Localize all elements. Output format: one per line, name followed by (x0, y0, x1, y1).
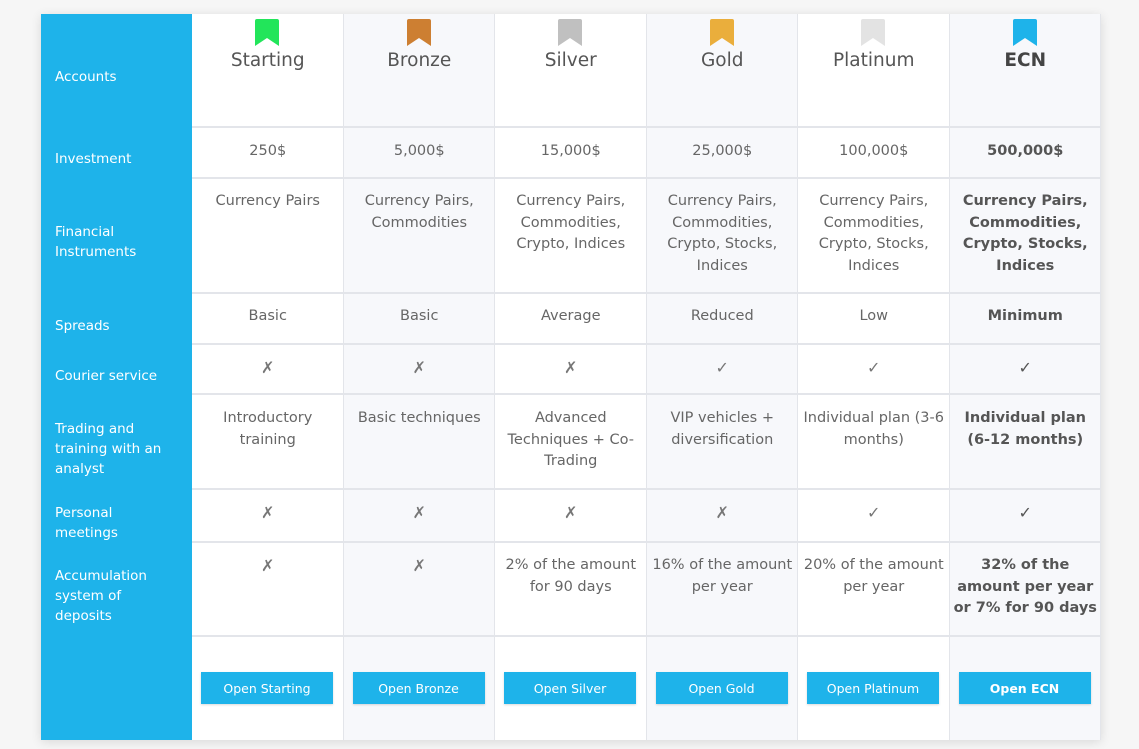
row-label-spreads: Spreads (55, 318, 110, 334)
row-labels-sidebar: Accounts Investment Financial Instrument… (41, 14, 192, 740)
account-column-silver: Silver 15,000$ Currency Pairs, Commoditi… (495, 14, 647, 740)
spreads-value: Basic (248, 308, 287, 324)
bookmark-icon (558, 19, 583, 46)
training-value: Individual plan (3-6 months) (803, 410, 944, 448)
open-gold-button[interactable]: Open Gold (655, 672, 788, 704)
meetings-value: ✓ (867, 503, 881, 522)
courier-value: ✗ (261, 358, 275, 377)
instruments-value: Currency Pairs, Commodities, Crypto, Ind… (516, 193, 626, 252)
open-silver-button[interactable]: Open Silver (504, 672, 636, 704)
spreads-value: Basic (400, 308, 439, 324)
training-value: Individual plan (6-12 months) (964, 410, 1086, 448)
row-divider (192, 488, 1101, 490)
account-name: Platinum (833, 50, 915, 71)
accumulation-value: 32% of the amount per year or 7% for 90 … (953, 557, 1097, 616)
account-column-gold: Gold 25,000$ Currency Pairs, Commodities… (646, 14, 798, 740)
accumulation-value: ✗ (412, 556, 426, 575)
spreads-value: Average (540, 308, 601, 324)
instruments-value: Currency Pairs (215, 193, 320, 209)
row-divider (192, 541, 1101, 543)
bookmark-icon (255, 19, 280, 46)
meetings-value: ✗ (715, 503, 729, 522)
accumulation-value: 20% of the amount per year (803, 557, 944, 595)
accumulation-value: ✗ (261, 556, 275, 575)
bookmark-icon (406, 19, 431, 46)
row-label-trading-training: Trading and training with an analyst (55, 421, 162, 477)
comparison-table: Starting 250$ Currency Pairs Basic ✗ Int… (192, 14, 1101, 740)
courier-value: ✗ (564, 358, 578, 377)
training-value: VIP vehicles + diversification (670, 410, 774, 448)
row-label-accounts: Accounts (55, 69, 117, 85)
account-name: Silver (544, 50, 597, 71)
training-value: Basic techniques (357, 410, 481, 426)
instruments-value: Currency Pairs, Commodities, Crypto, Sto… (667, 193, 778, 274)
accumulation-value: 16% of the amount per year (652, 557, 793, 595)
spreads-value: Minimum (987, 308, 1063, 324)
open-bronze-button[interactable]: Open Bronze (352, 672, 485, 704)
meetings-value: ✓ (1018, 503, 1032, 522)
training-value: Advanced Techniques + Co-Trading (507, 410, 634, 469)
instruments-value: Currency Pairs, Commodities, Crypto, Sto… (818, 193, 929, 274)
bookmark-icon (1012, 19, 1037, 46)
open-platinum-button[interactable]: Open Platinum (807, 672, 939, 704)
bookmark-icon (709, 19, 734, 46)
row-label-accumulation: Accumulation system of deposits (55, 568, 147, 624)
row-divider (192, 177, 1101, 179)
row-divider (192, 126, 1101, 128)
row-label-personal-meetings: Personal meetings (55, 505, 118, 541)
instruments-value: Currency Pairs, Commodities, Crypto, Sto… (962, 193, 1088, 274)
spreads-value: Reduced (690, 308, 754, 324)
open-starting-button[interactable]: Open Starting (201, 672, 333, 704)
row-divider (192, 393, 1101, 395)
row-divider (192, 635, 1101, 637)
courier-value: ✓ (1018, 358, 1032, 377)
investment-value: 5,000$ (393, 143, 445, 159)
investment-value: 250$ (249, 143, 287, 159)
instruments-value: Currency Pairs, Commodities (364, 193, 474, 231)
courier-value: ✓ (867, 358, 881, 377)
bookmark-icon (861, 19, 886, 46)
account-name: Bronze (387, 50, 452, 71)
courier-value: ✗ (412, 358, 426, 377)
row-divider (192, 292, 1101, 294)
meetings-value: ✗ (412, 503, 426, 522)
row-divider (192, 343, 1101, 345)
investment-value: 100,000$ (839, 143, 909, 159)
account-name: Gold (700, 50, 744, 71)
account-column-ecn: ECN 500,000$ Currency Pairs, Commodities… (949, 14, 1101, 740)
meetings-value: ✗ (564, 503, 578, 522)
row-label-financial-instruments: Financial Instruments (55, 224, 137, 260)
meetings-value: ✗ (261, 503, 275, 522)
training-value: Introductory training (223, 410, 313, 448)
account-column-platinum: Platinum 100,000$ Currency Pairs, Commod… (798, 14, 950, 740)
row-label-courier-service: Courier service (55, 368, 158, 384)
account-name: Starting (230, 50, 305, 71)
courier-value: ✓ (715, 358, 729, 377)
investment-value: 500,000$ (987, 143, 1064, 159)
account-column-starting: Starting 250$ Currency Pairs Basic ✗ Int… (192, 14, 344, 740)
account-column-bronze: Bronze 5,000$ Currency Pairs, Commoditie… (343, 14, 495, 740)
investment-value: 15,000$ (540, 143, 601, 159)
open-ecn-button[interactable]: Open ECN (958, 672, 1091, 704)
account-name: ECN (1004, 50, 1047, 71)
row-label-investment: Investment (55, 151, 132, 167)
accumulation-value: 2% of the amount for 90 days (505, 557, 637, 595)
spreads-value: Low (859, 308, 889, 324)
investment-value: 25,000$ (692, 143, 753, 159)
